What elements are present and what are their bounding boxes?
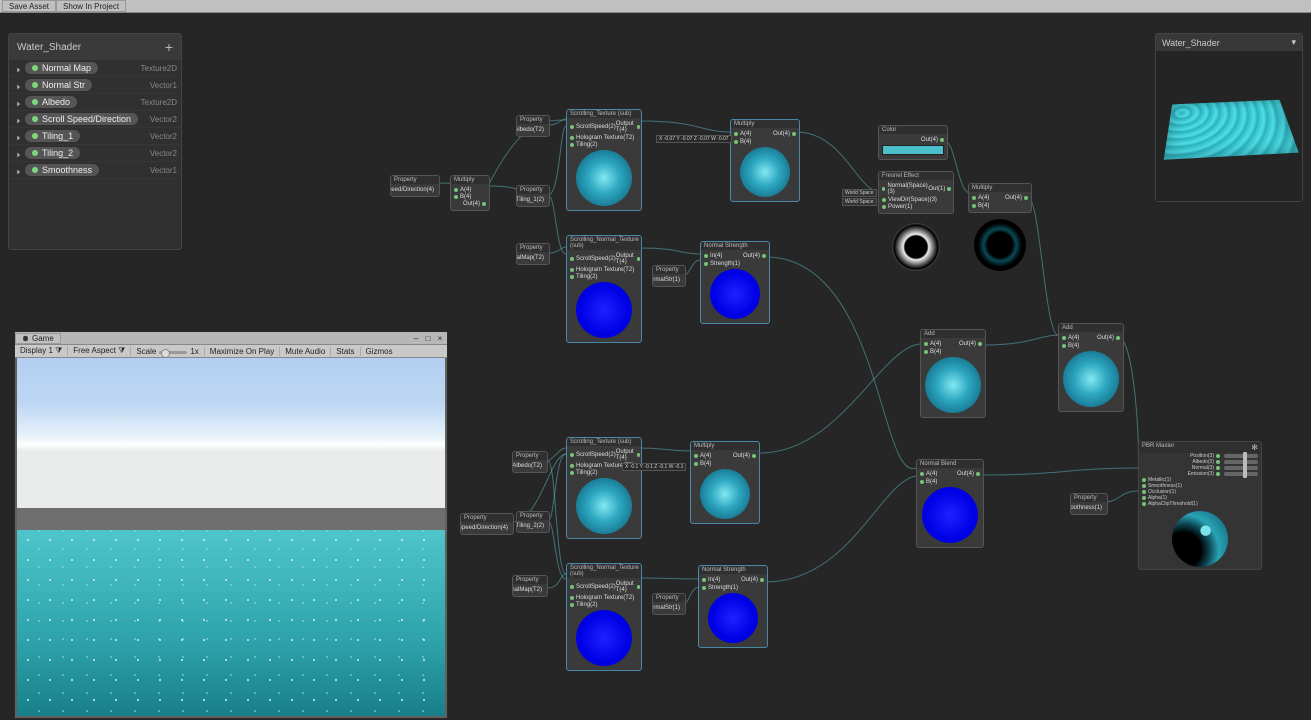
node-scrolling-normal-b[interactable]: Scrolling_Normal_Texture (sub) ScrollSpe… [566,563,642,671]
preview-water-plane [1164,100,1299,160]
game-window-tabbar: Game – □ × [15,332,447,345]
node-color[interactable]: Color Out(4) [878,125,948,160]
node-property-normalstr-2[interactable]: Property NormalStr(1) [652,593,686,615]
ground [17,508,445,529]
mute-audio-toggle[interactable]: Mute Audio [280,347,331,356]
node-scrolling-texture-a[interactable]: Scrolling_Texture (sub) ScrollSpeed(2)Ou… [566,109,642,211]
blackboard-add-button[interactable]: + [165,39,173,55]
property-row[interactable]: Smoothness Vector1 [9,162,181,179]
node-multiply-tex-b[interactable]: Multiply A(4)Out(4) B(4) [690,441,760,524]
edge-constant-label-a: X -0.07 Y -0.07 Z -0.07 W -0.07 [656,135,732,143]
chevron-right-icon[interactable] [16,82,22,88]
preview-title: Water_Shader [1162,38,1220,48]
blackboard-properties: Normal Map Texture2D Normal Str Vector1 … [9,60,181,249]
show-in-project-button[interactable]: Show In Project [56,0,126,12]
top-toolbar: Save Asset Show In Project [0,0,1311,13]
display-dropdown[interactable]: Display 1 ⧩ [15,346,68,356]
property-row[interactable]: Normal Str Vector1 [9,77,181,94]
node-multiply-fresnel[interactable]: Multiply A(4)Out(4) B(4) [968,183,1032,213]
chevron-right-icon[interactable] [16,116,22,122]
preview-viewport[interactable] [1156,51,1302,201]
fresnel-preview [888,219,944,275]
node-property-smoothness[interactable]: Property Smoothness(1) [1070,493,1108,515]
node-pbr-master[interactable]: PBR Master✻ Position(3) Albedo(3) Normal… [1138,441,1262,570]
shader-graph-workspace[interactable]: Water_Shader + Normal Map Texture2D Norm… [0,13,1311,720]
node-normal-strength-a[interactable]: Normal Strength In(4)Out(4) Strength(1) [700,241,770,324]
stats-toggle[interactable]: Stats [331,347,360,356]
preview-dropdown-icon[interactable]: ▾ [1291,37,1296,48]
property-row[interactable]: Scroll Speed/Direction Vector2 [9,111,181,128]
scale-control[interactable]: Scale1x [131,347,204,356]
game-window[interactable]: Game – □ × Display 1 ⧩ Free Aspect ⧩ Sca… [14,331,448,719]
node-property-albedo-2[interactable]: Property Albedo(T2) [512,451,548,473]
property-row[interactable]: Tiling_2 Vector2 [9,145,181,162]
gear-icon[interactable]: ✻ [1251,443,1258,452]
chevron-right-icon[interactable] [16,167,22,173]
game-tab[interactable]: Game [15,333,61,344]
multiply-fresnel-preview [974,219,1026,271]
property-row[interactable]: Tiling_1 Vector2 [9,128,181,145]
gizmos-dropdown[interactable]: Gizmos [361,347,398,356]
chevron-right-icon[interactable] [16,133,22,139]
sky [17,358,445,508]
unity-icon [22,335,29,342]
save-asset-button[interactable]: Save Asset [2,0,56,12]
aspect-dropdown[interactable]: Free Aspect ⧩ [68,346,131,356]
node-add-2[interactable]: Add A(4)Out(4) B(4) [1058,323,1124,412]
property-row[interactable]: Albedo Texture2D [9,94,181,111]
game-toolbar: Display 1 ⧩ Free Aspect ⧩ Scale1x Maximi… [15,345,447,358]
node-property-tiling2[interactable]: Property Tiling_2(2) [516,511,550,533]
property-row[interactable]: Normal Map Texture2D [9,60,181,77]
node-scrolling-normal-a[interactable]: Scrolling_Normal_Texture (sub) ScrollSpe… [566,235,642,343]
node-property-normalstr[interactable]: Property NormalStr(1) [652,265,686,287]
node-normal-strength-b[interactable]: Normal Strength In(4)Out(4) Strength(1) [698,565,768,648]
chevron-right-icon[interactable] [16,150,22,156]
node-multiply-tex-a[interactable]: Multiply A(4)Out(4) B(4) [730,119,800,202]
node-add-1[interactable]: Add A(4)Out(4) B(4) [920,329,986,418]
chevron-right-icon[interactable] [16,65,22,71]
pbr-master-preview [1172,511,1228,567]
fresnel-space-b[interactable]: World Space [842,198,877,206]
node-fresnel[interactable]: Fresnel Effect Normal(Space)(3)Out(1) Vi… [878,171,954,214]
node-property-normalmap[interactable]: Property NormalMap(T2) [516,243,550,265]
water-surface [17,530,445,716]
maximize-on-play-toggle[interactable]: Maximize On Play [205,347,280,356]
window-close-icon[interactable]: × [435,334,445,343]
fresnel-space-a[interactable]: World Space [842,189,877,197]
node-scrolling-texture-b[interactable]: Scrolling_Texture (sub) ScrollSpeed(2)Ou… [566,437,642,539]
blackboard-title: Water_Shader [17,42,81,53]
chevron-right-icon[interactable] [16,99,22,105]
main-preview-panel[interactable]: Water_Shader ▾ [1155,33,1303,202]
window-min-icon[interactable]: – [411,334,421,343]
node-property-scrollspeed-2[interactable]: Property ScrollSpeed/Direction(4) [460,513,514,535]
window-max-icon[interactable]: □ [423,334,433,343]
edge-constant-label-b: X -0.1 Y -0.1 Z -0.1 W -0.1 [622,463,686,471]
node-property-tiling1[interactable]: Property Tiling_1(2) [516,185,550,207]
blackboard-panel[interactable]: Water_Shader + Normal Map Texture2D Norm… [8,33,182,250]
game-viewport[interactable] [17,358,445,716]
node-normal-blend[interactable]: Normal Blend A(4)Out(4) B(4) [916,459,984,548]
node-property-scrollspeed[interactable]: Property ScrollSpeed/Direction(4) [390,175,440,197]
node-property-albedo[interactable]: Property Albedo(T2) [516,115,550,137]
node-property-normalmap-2[interactable]: Property NormalMap(T2) [512,575,548,597]
node-multiply-small[interactable]: Multiply A(4) B(4) Out(4) [450,175,490,211]
